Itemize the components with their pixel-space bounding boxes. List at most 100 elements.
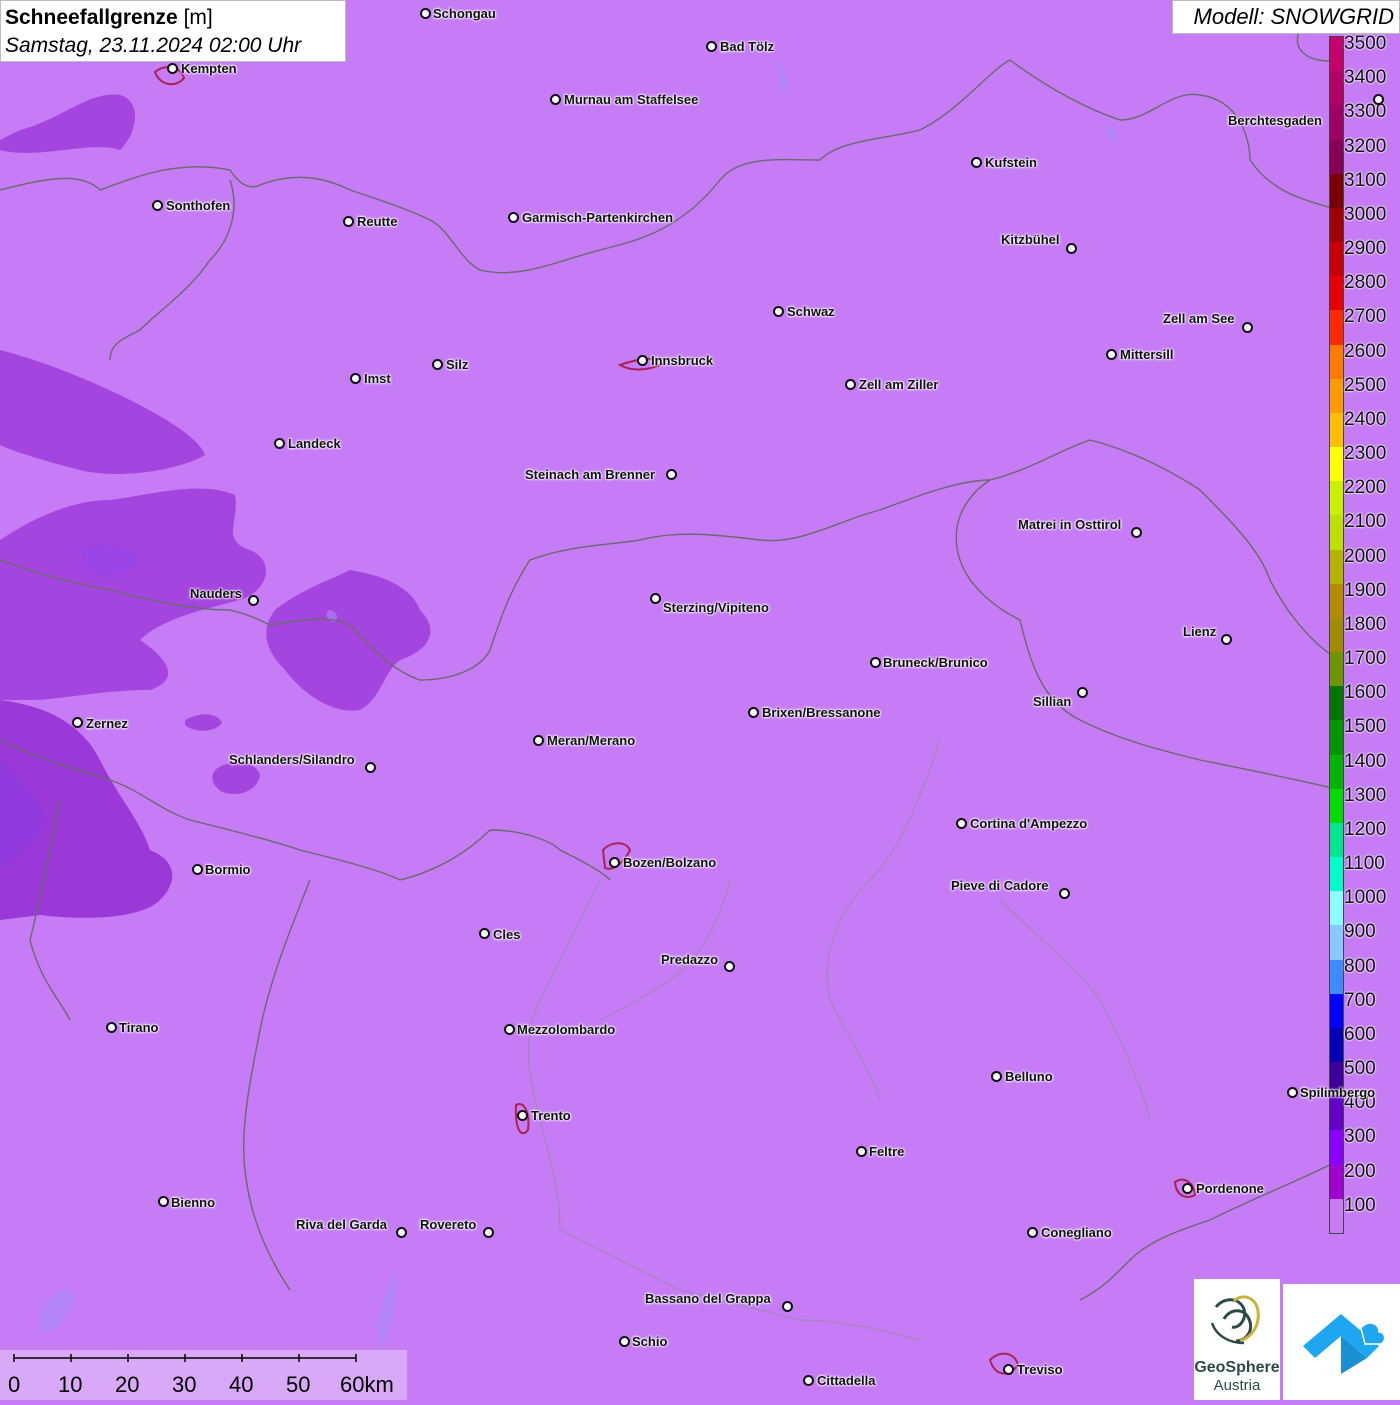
legend-label: 3200: [1344, 135, 1387, 157]
city-dot-icon: [508, 212, 519, 223]
legend-label: 1900: [1344, 579, 1387, 601]
city-label: Zell am See: [1163, 311, 1235, 326]
city-label: Sillian: [1033, 694, 1072, 709]
city-dot-icon: [748, 707, 759, 718]
legend-swatch: [1330, 515, 1343, 551]
legend-swatch: [1330, 959, 1343, 995]
legend-swatch: [1330, 1130, 1343, 1166]
city-label: Kitzbühel: [1001, 232, 1060, 247]
city-dot-icon: [274, 438, 285, 449]
legend-label: 1600: [1344, 682, 1387, 704]
city-dot-icon: [420, 8, 431, 19]
legend-label: 2800: [1344, 272, 1387, 294]
legend-label: 1200: [1344, 818, 1387, 840]
geosphere-logo-line2: Austria: [1213, 1377, 1261, 1394]
legend-swatch: [1330, 1027, 1343, 1063]
legend-swatch: [1330, 207, 1343, 243]
city-dot-icon: [350, 373, 361, 384]
legend-label: 800: [1344, 955, 1376, 977]
legend-label: 1800: [1344, 613, 1387, 635]
city-label: Belluno: [1005, 1069, 1053, 1084]
city-dot-icon: [432, 359, 443, 370]
legend-label: 2900: [1344, 238, 1387, 260]
city-label: Berchtesgaden: [1228, 113, 1322, 128]
city-label: Landeck: [288, 436, 341, 451]
legend-label: 2300: [1344, 443, 1387, 465]
city-dot-icon: [609, 857, 620, 868]
app-logo[interactable]: [1283, 1284, 1400, 1400]
city-label: Bassano del Grappa: [645, 1291, 771, 1306]
legend-label: 100: [1344, 1194, 1376, 1216]
city-label: Zernez: [86, 716, 128, 731]
city-dot-icon: [1131, 527, 1142, 538]
legend-swatch: [1330, 37, 1343, 72]
city-label: Cles: [493, 927, 521, 942]
city-dot-icon: [343, 216, 354, 227]
legend-label: 2200: [1344, 477, 1387, 499]
legend-swatch: [1330, 686, 1343, 721]
city-dot-icon: [152, 200, 163, 211]
city-dot-icon: [637, 355, 648, 366]
scale-label-50: 50: [286, 1372, 311, 1397]
city-dot-icon: [1077, 687, 1088, 698]
city-label: Bruneck/Brunico: [883, 655, 988, 670]
legend-swatch: [1330, 481, 1343, 516]
city-label: Pieve di Cadore: [951, 878, 1049, 893]
city-dot-icon: [803, 1375, 814, 1386]
city-dot-icon: [1221, 634, 1232, 645]
legend-swatch: [1330, 1164, 1343, 1200]
legend-swatch: [1330, 617, 1343, 653]
city-dot-icon: [1373, 94, 1384, 105]
legend-label: 2700: [1344, 306, 1387, 328]
legend-label: 1400: [1344, 750, 1387, 772]
legend-label: 2500: [1344, 374, 1387, 396]
legend-label: 200: [1344, 1160, 1376, 1182]
city-label: Reutte: [357, 214, 398, 229]
legend-label: 2400: [1344, 408, 1387, 430]
legend-swatch: [1330, 173, 1343, 209]
legend-swatch: [1330, 925, 1343, 961]
legend-swatch: [1330, 993, 1343, 1029]
city-label: Sonthofen: [166, 198, 231, 213]
legend-swatch: [1330, 378, 1343, 414]
legend-swatch: [1330, 276, 1343, 311]
city-label: Murnau am Staffelsee: [564, 92, 699, 107]
city-dot-icon: [533, 735, 544, 746]
map-title-unit: [m]: [183, 6, 213, 29]
city-dot-icon: [1027, 1227, 1038, 1238]
scale-label-20: 20: [115, 1372, 140, 1397]
city-label: Schongau: [433, 6, 496, 21]
city-label: Feltre: [869, 1144, 905, 1159]
map-title: Schneefallgrenze [m]: [5, 4, 341, 32]
city-label: Trento: [531, 1108, 571, 1123]
geosphere-logo[interactable]: GeoSphere Austria: [1194, 1279, 1280, 1400]
city-label: Zell am Ziller: [859, 377, 939, 392]
legend-label: 300: [1344, 1126, 1376, 1148]
city-dot-icon: [192, 864, 203, 875]
city-dot-icon: [619, 1336, 630, 1347]
city-label: Predazzo: [661, 952, 719, 967]
legend-swatch: [1330, 754, 1343, 790]
city-label: Conegliano: [1041, 1225, 1112, 1240]
city-dot-icon: [479, 928, 490, 939]
legend-swatch: [1330, 310, 1343, 346]
city-label: Mittersill: [1120, 347, 1174, 362]
legend-label: 1000: [1344, 887, 1387, 909]
city-dot-icon: [365, 762, 376, 773]
city-dot-icon: [666, 469, 677, 480]
city-dot-icon: [782, 1301, 793, 1312]
city-dot-icon: [1182, 1183, 1193, 1194]
city-label: Tirano: [119, 1020, 159, 1035]
city-label: Spilimbergo: [1300, 1085, 1376, 1100]
legend-label: 1700: [1344, 648, 1387, 670]
city-dot-icon: [650, 593, 661, 604]
legend-swatch: [1330, 891, 1343, 926]
city-label: Lienz: [1183, 624, 1217, 639]
legend-color-bar: [1329, 36, 1344, 1234]
legend-label: 2100: [1344, 511, 1387, 533]
legend-swatch: [1330, 447, 1343, 482]
legend-label: 700: [1344, 989, 1376, 1011]
city-label: Innsbruck: [651, 353, 714, 368]
city-label: Bienno: [171, 1195, 216, 1210]
legend-swatch: [1330, 652, 1343, 687]
